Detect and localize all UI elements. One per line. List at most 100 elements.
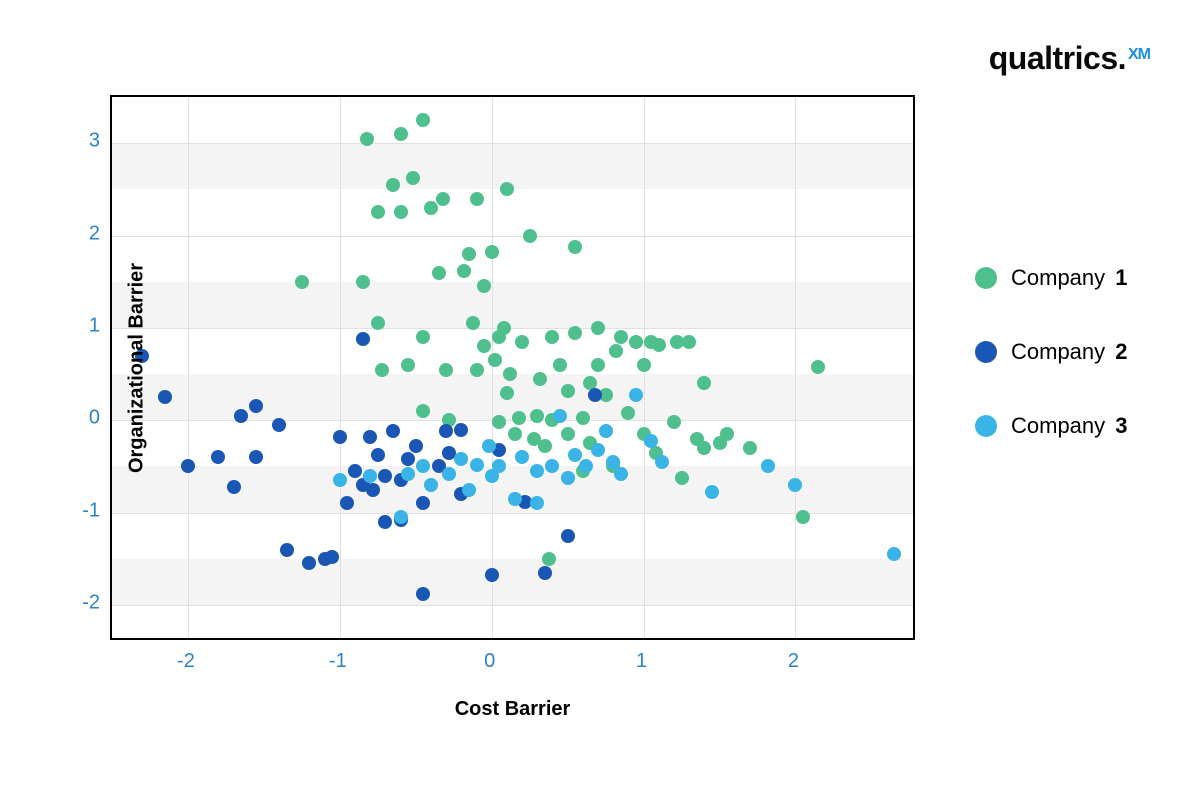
data-point	[561, 384, 575, 398]
y-tick-label: -2	[82, 592, 100, 615]
x-tick-label: 2	[788, 650, 799, 673]
data-point	[363, 469, 377, 483]
data-point	[614, 330, 628, 344]
legend-label: Company 3	[1011, 413, 1128, 439]
y-tick-label: -1	[82, 499, 100, 522]
legend-swatch-icon	[975, 415, 997, 437]
data-point	[515, 450, 529, 464]
data-point	[280, 543, 294, 557]
grid-line-horizontal	[112, 513, 913, 514]
data-point	[553, 358, 567, 372]
data-point	[454, 423, 468, 437]
data-point	[629, 335, 643, 349]
data-point	[614, 467, 628, 481]
grid-band	[112, 282, 913, 328]
legend-item-company-1: Company 1	[975, 265, 1128, 291]
data-point	[272, 418, 286, 432]
scatter-plot: Cost Barrier Organizational Barrier -2-1…	[110, 95, 915, 640]
data-point	[424, 478, 438, 492]
data-point	[482, 439, 496, 453]
data-point	[333, 430, 347, 444]
brand-logo: qualtrics. XM	[989, 40, 1150, 77]
data-point	[416, 113, 430, 127]
data-point	[432, 266, 446, 280]
data-point	[512, 411, 526, 425]
data-point	[485, 245, 499, 259]
y-axis-label: Organizational Barrier	[126, 262, 149, 472]
data-point	[500, 386, 514, 400]
y-tick-label: 0	[89, 407, 100, 430]
grid-line-horizontal	[112, 143, 913, 144]
data-point	[508, 427, 522, 441]
data-point	[675, 471, 689, 485]
data-point	[568, 240, 582, 254]
data-point	[637, 358, 651, 372]
data-point	[497, 321, 511, 335]
y-tick-label: 1	[89, 314, 100, 337]
legend-label: Company 2	[1011, 339, 1128, 365]
grid-line-vertical	[188, 97, 189, 638]
data-point	[488, 353, 502, 367]
data-point	[530, 409, 544, 423]
data-point	[439, 424, 453, 438]
x-tick-label: 1	[636, 650, 647, 673]
data-point	[561, 471, 575, 485]
data-point	[378, 515, 392, 529]
y-tick-label: 3	[89, 130, 100, 153]
legend-swatch-icon	[975, 267, 997, 289]
legend: Company 1 Company 2 Company 3	[975, 265, 1128, 439]
data-point	[234, 409, 248, 423]
data-point	[576, 411, 590, 425]
data-point	[394, 510, 408, 524]
data-point	[470, 363, 484, 377]
x-tick-label: -2	[177, 650, 195, 673]
data-point	[416, 330, 430, 344]
data-point	[360, 132, 374, 146]
logo-word: qualtrics.	[989, 40, 1126, 77]
data-point	[500, 182, 514, 196]
data-point	[477, 339, 491, 353]
data-point	[394, 205, 408, 219]
data-point	[386, 178, 400, 192]
data-point	[457, 264, 471, 278]
y-tick-label: 2	[89, 222, 100, 245]
data-point	[371, 205, 385, 219]
legend-swatch-icon	[975, 341, 997, 363]
x-tick-label: 0	[484, 650, 495, 673]
data-point	[442, 467, 456, 481]
data-point	[720, 427, 734, 441]
data-point	[295, 275, 309, 289]
data-point	[401, 467, 415, 481]
data-point	[599, 424, 613, 438]
grid-line-horizontal	[112, 328, 913, 329]
plot-area	[110, 95, 915, 640]
data-point	[568, 326, 582, 340]
legend-label: Company 1	[1011, 265, 1128, 291]
data-point	[503, 367, 517, 381]
data-point	[371, 448, 385, 462]
data-point	[553, 409, 567, 423]
data-point	[439, 363, 453, 377]
data-point	[227, 480, 241, 494]
data-point	[386, 424, 400, 438]
legend-item-company-2: Company 2	[975, 339, 1128, 365]
data-point	[538, 566, 552, 580]
data-point	[406, 171, 420, 185]
data-point	[249, 450, 263, 464]
data-point	[682, 335, 696, 349]
data-point	[538, 439, 552, 453]
chart-frame: qualtrics. XM Cost Barrier Organizationa…	[0, 0, 1200, 800]
data-point	[462, 247, 476, 261]
data-point	[424, 201, 438, 215]
data-point	[375, 363, 389, 377]
data-point	[644, 434, 658, 448]
data-point	[667, 415, 681, 429]
data-point	[655, 455, 669, 469]
data-point	[470, 458, 484, 472]
data-point	[561, 529, 575, 543]
grid-line-vertical	[795, 97, 796, 638]
data-point	[591, 358, 605, 372]
grid-line-vertical	[492, 97, 493, 638]
legend-item-company-3: Company 3	[975, 413, 1128, 439]
x-tick-label: -1	[329, 650, 347, 673]
